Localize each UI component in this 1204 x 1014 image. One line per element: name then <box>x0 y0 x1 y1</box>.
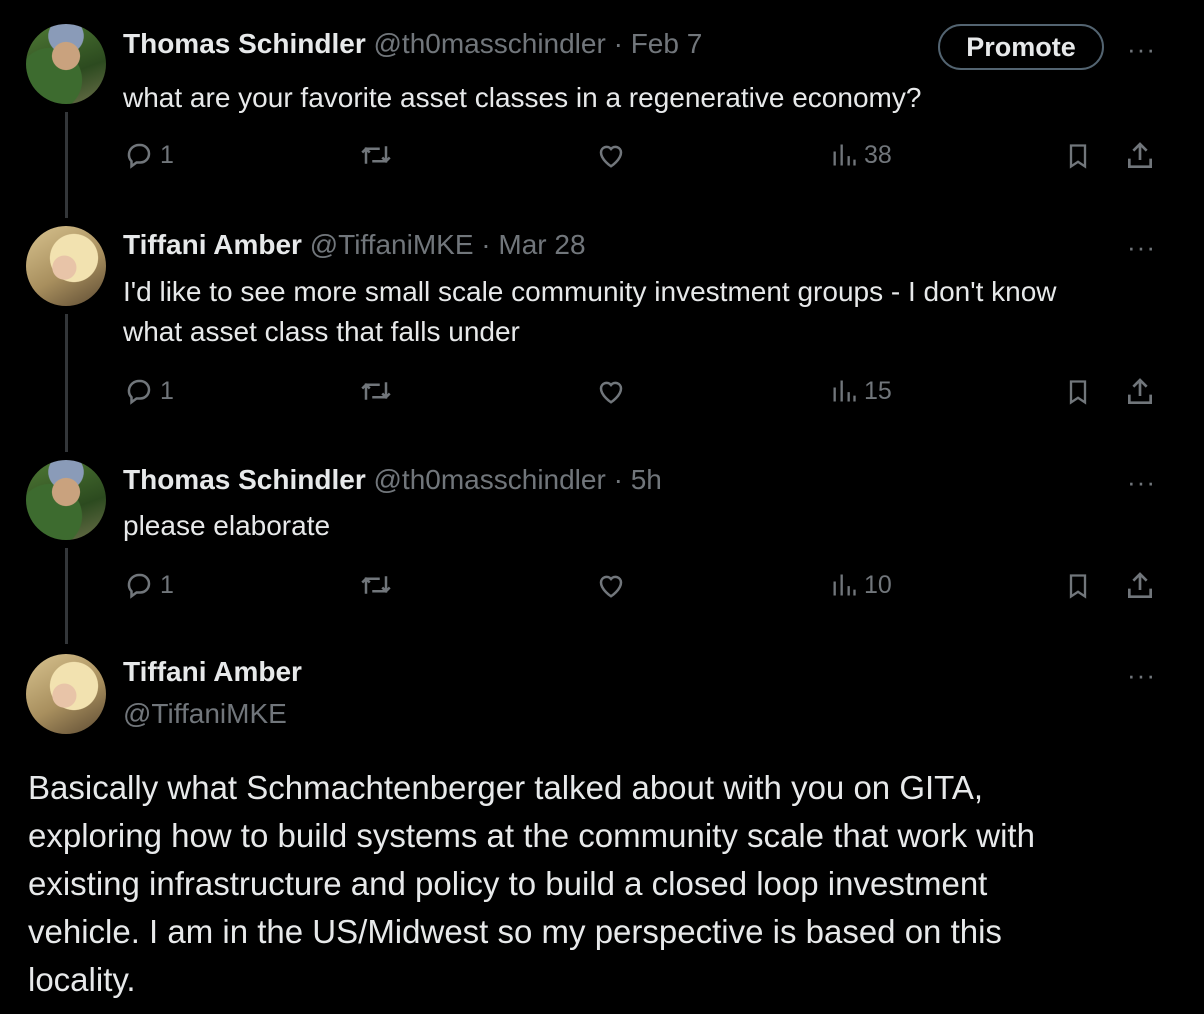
share-button[interactable] <box>1124 140 1156 172</box>
more-icon[interactable]: ··· <box>1127 662 1156 688</box>
avatar[interactable] <box>26 654 106 734</box>
views-count: 15 <box>864 376 892 405</box>
separator: · <box>605 28 631 59</box>
bookmark-icon <box>1069 574 1087 599</box>
reply-button[interactable]: 1 <box>124 570 174 600</box>
tweet-text: what are your favorite asset classes in … <box>123 82 922 113</box>
views-count: 38 <box>864 140 892 169</box>
views-count: 10 <box>864 570 892 599</box>
share-icon <box>1128 142 1152 168</box>
bookmark-button[interactable] <box>1064 570 1092 602</box>
bookmark-icon <box>1069 144 1087 169</box>
separator: · <box>473 229 499 260</box>
like-icon <box>599 575 623 598</box>
action-bar: 1 10 <box>0 570 1204 610</box>
tweet-text-line: I'd like to see more small scale communi… <box>123 276 1057 307</box>
bookmark-icon <box>1069 380 1087 405</box>
like-icon <box>599 145 623 168</box>
retweet-icon <box>361 576 391 594</box>
views-icon <box>833 380 856 402</box>
views-icon <box>833 144 856 166</box>
share-button[interactable] <box>1124 376 1156 408</box>
retweet-button[interactable] <box>358 570 394 600</box>
share-icon <box>1128 378 1152 404</box>
views-button[interactable]: 38 <box>830 140 892 170</box>
tweet-date[interactable]: Mar 28 <box>498 229 585 260</box>
like-button[interactable] <box>595 140 627 170</box>
author-name[interactable]: Thomas Schindler <box>123 464 366 495</box>
reply-button[interactable]: 1 <box>124 376 174 406</box>
tweet-header: Tiffani Amber @TiffaniMKE · Mar 28 <box>123 229 586 261</box>
retweet-button[interactable] <box>358 376 394 406</box>
tweet-text-line: vehicle. I am in the US/Midwest so my pe… <box>28 913 1002 950</box>
reply-icon <box>127 379 151 405</box>
share-icon <box>1128 572 1152 598</box>
tweet-text: I'd like to see more small scale communi… <box>123 272 1057 352</box>
tweet-text-line: what asset class that falls under <box>123 316 520 347</box>
tweet-text: please elaborate <box>123 510 331 541</box>
author-name[interactable]: Tiffani Amber <box>123 229 302 260</box>
tweet-header: Thomas Schindler @th0masschindler · Feb … <box>123 28 702 60</box>
author-name[interactable]: Thomas Schindler <box>123 28 366 59</box>
like-icon <box>599 381 623 404</box>
more-icon[interactable]: ··· <box>1127 36 1156 62</box>
tweet-date[interactable]: 5h <box>631 464 662 495</box>
separator: · <box>605 464 631 495</box>
retweet-icon <box>361 146 391 164</box>
action-bar: 1 15 <box>0 376 1204 416</box>
bookmark-button[interactable] <box>1064 376 1092 408</box>
tweet-text-line: Basically what Schmachtenberger talked a… <box>28 769 984 806</box>
author-handle[interactable]: @th0masschindler <box>374 464 606 495</box>
tweet-text-line: locality. <box>28 961 136 998</box>
tweet-text: Basically what Schmachtenberger talked a… <box>28 764 1168 1004</box>
views-button[interactable]: 15 <box>830 376 892 406</box>
more-icon[interactable]: ··· <box>1127 234 1156 260</box>
like-button[interactable] <box>595 570 627 600</box>
retweet-button[interactable] <box>358 140 394 170</box>
avatar[interactable] <box>26 460 106 540</box>
views-button[interactable]: 10 <box>830 570 892 600</box>
reply-count: 1 <box>160 376 174 405</box>
author-handle[interactable]: @th0masschindler <box>374 28 606 59</box>
bookmark-button[interactable] <box>1064 140 1092 172</box>
promote-button[interactable]: Promote <box>938 24 1104 70</box>
action-bar: 1 38 <box>0 140 1204 180</box>
avatar[interactable] <box>26 226 106 306</box>
reply-count: 1 <box>160 570 174 599</box>
tweet-text-line: existing infrastructure and policy to bu… <box>28 865 988 902</box>
like-button[interactable] <box>595 376 627 406</box>
tweet-date[interactable]: Feb 7 <box>631 28 703 59</box>
author-handle[interactable]: @TiffaniMKE <box>310 229 474 260</box>
author-handle[interactable]: @TiffaniMKE <box>123 698 287 730</box>
retweet-icon <box>361 382 391 400</box>
reply-icon <box>127 573 151 599</box>
share-button[interactable] <box>1124 570 1156 602</box>
tweet-header: Thomas Schindler @th0masschindler · 5h <box>123 464 662 496</box>
reply-icon <box>127 143 151 169</box>
avatar[interactable] <box>26 24 106 104</box>
reply-count: 1 <box>160 140 174 169</box>
more-icon[interactable]: ··· <box>1127 469 1156 495</box>
tweet-header: Tiffani Amber <box>123 656 302 688</box>
author-name[interactable]: Tiffani Amber <box>123 656 302 688</box>
reply-button[interactable]: 1 <box>124 140 174 170</box>
tweet-text-line: exploring how to build systems at the co… <box>28 817 1035 854</box>
views-icon <box>833 574 856 596</box>
